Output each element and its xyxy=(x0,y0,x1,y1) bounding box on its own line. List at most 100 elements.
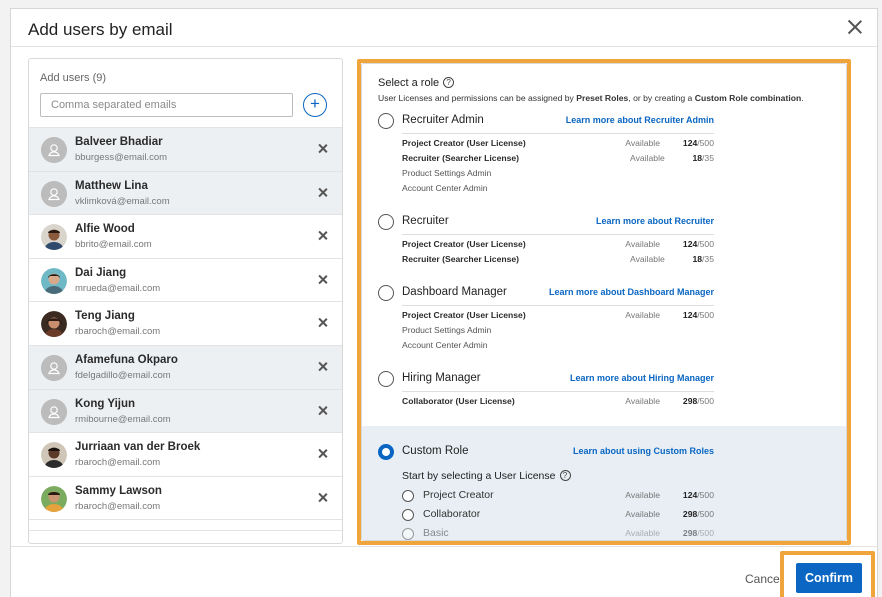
divider xyxy=(402,305,714,306)
learn-more-link[interactable]: Learn about using Custom Roles xyxy=(573,446,714,456)
availability: Available 124/500 xyxy=(625,239,714,249)
available-label: Available xyxy=(625,239,660,249)
remove-user-icon[interactable] xyxy=(316,447,330,461)
user-email: rbaroch@email.com xyxy=(75,326,161,338)
available-label: Available xyxy=(625,138,660,148)
learn-more-link[interactable]: Learn more about Recruiter Admin xyxy=(566,115,714,125)
role-name: Dashboard Manager xyxy=(402,286,507,298)
availability: Available 124/500 xyxy=(625,490,714,500)
permission-name: Project Creator (User License) xyxy=(402,239,526,249)
role-radio-recruiter-admin[interactable] xyxy=(378,113,394,129)
role-name: Custom Role xyxy=(402,445,469,457)
remove-user-icon[interactable] xyxy=(316,142,330,156)
desc-preset-roles: Preset Roles xyxy=(576,93,629,103)
available-count: 124 xyxy=(682,138,698,148)
availability: Available 124/500 xyxy=(625,310,714,320)
list-end-spacer xyxy=(29,519,342,532)
license-option-project-creator[interactable]: Project Creator Available 124/500 xyxy=(402,489,714,505)
license-radio[interactable] xyxy=(402,509,414,521)
permission-name: Project Creator (User License) xyxy=(402,138,526,148)
user-name: Jurriaan van der Broek xyxy=(75,441,201,454)
total-count: /500 xyxy=(697,239,714,249)
cancel-button[interactable]: Cancel xyxy=(745,572,782,586)
remove-user-icon[interactable] xyxy=(316,316,330,330)
desc-text: User Licenses and permissions can be ass… xyxy=(378,93,577,103)
user-list: Balveer Bhadiar bburgess@email.com Matth… xyxy=(29,127,342,532)
page: Add users by email Add users (9) + Balve… xyxy=(0,0,882,597)
confirm-button[interactable]: Confirm xyxy=(796,563,862,593)
remove-user-icon[interactable] xyxy=(316,404,330,418)
available-count: 298 xyxy=(682,509,698,519)
add-email-button[interactable]: + xyxy=(303,93,327,117)
total-count: /500 xyxy=(697,396,714,406)
user-name: Dai Jiang xyxy=(75,266,127,279)
availability: Available 124/500 xyxy=(625,138,714,148)
user-row: Afamefuna Okparo fdelgadillo@email.com xyxy=(29,344,342,389)
permission-row: Recruiter (Searcher License) Available 18… xyxy=(402,254,714,268)
license-option-collaborator[interactable]: Collaborator Available 298/500 xyxy=(402,508,714,524)
user-email: fdelgadillo@email.com xyxy=(75,369,171,381)
role-name: Recruiter xyxy=(402,215,449,227)
avatar-placeholder-icon xyxy=(41,180,67,207)
permission-name: Collaborator (User License) xyxy=(402,396,515,406)
avatar-photo xyxy=(41,311,67,338)
available-count: 298 xyxy=(682,528,698,538)
avatar-photo xyxy=(41,442,67,469)
help-icon[interactable]: ? xyxy=(443,77,455,88)
permission-row: Project Creator (User License) Available… xyxy=(402,239,714,253)
remove-user-icon[interactable] xyxy=(316,186,330,200)
email-input[interactable] xyxy=(40,93,293,117)
permission-name: Recruiter (Searcher License) xyxy=(402,254,520,264)
user-row: Dai Jiang mrueda@email.com xyxy=(29,257,342,302)
permission-name: Project Creator (User License) xyxy=(402,310,526,320)
desc-custom-role: Custom Role combination xyxy=(694,93,802,103)
remove-user-icon[interactable] xyxy=(316,229,330,243)
remove-user-icon[interactable] xyxy=(316,273,330,287)
help-icon[interactable]: ? xyxy=(559,470,571,481)
add-users-panel: Add users (9) + Balveer Bhadiar bburgess… xyxy=(28,58,343,544)
user-email: bbrito@email.com xyxy=(75,239,152,251)
permission-row: Project Creator (User License) Available… xyxy=(402,310,714,324)
user-name: Kong Yijun xyxy=(75,397,136,410)
license-radio[interactable] xyxy=(402,490,414,502)
license-name: Project Creator xyxy=(423,489,494,501)
modal-title: Add users by email xyxy=(28,20,173,39)
role-radio-recruiter[interactable] xyxy=(378,214,394,230)
close-icon[interactable] xyxy=(844,16,866,38)
license-radio[interactable] xyxy=(402,528,414,540)
desc-text: , or by creating a xyxy=(628,93,695,103)
user-email: rbaroch@email.com xyxy=(75,500,161,512)
available-label: Available xyxy=(630,254,665,264)
user-name: Teng Jiang xyxy=(75,310,135,323)
availability: Available 18/35 xyxy=(630,254,714,264)
role-radio-dashboard-manager[interactable] xyxy=(378,285,394,301)
permission-row: Account Center Admin xyxy=(402,340,714,354)
permission-row: Project Creator (User License) Available… xyxy=(402,138,714,152)
avatar-photo xyxy=(41,267,67,294)
user-email: bburgess@email.com xyxy=(75,152,168,163)
desc-text: . xyxy=(801,93,804,103)
permission-row: Product Settings Admin xyxy=(402,325,714,339)
available-label: Available xyxy=(630,153,665,163)
learn-more-link[interactable]: Learn more about Hiring Manager xyxy=(570,373,714,383)
learn-more-link[interactable]: Learn more about Dashboard Manager xyxy=(549,287,714,297)
learn-more-link[interactable]: Learn more about Recruiter xyxy=(596,216,714,226)
user-name: Sammy Lawson xyxy=(75,484,162,497)
license-option-basic[interactable]: Basic Available 298/500 xyxy=(402,527,714,540)
role-radio-custom-role[interactable] xyxy=(378,444,394,460)
total-count: /500 xyxy=(697,310,714,320)
remove-user-icon[interactable] xyxy=(316,360,330,374)
permission-name: Product Settings Admin xyxy=(402,325,492,335)
license-name: Basic xyxy=(423,527,449,539)
avatar-placeholder-icon xyxy=(41,398,67,425)
total-count: /500 xyxy=(697,490,714,500)
divider xyxy=(402,133,714,134)
permission-row: Recruiter (Searcher License) Available 18… xyxy=(402,153,714,167)
remove-user-icon[interactable] xyxy=(316,491,330,505)
permission-name: Account Center Admin xyxy=(402,340,488,350)
role-radio-hiring-manager[interactable] xyxy=(378,371,394,387)
user-row: Sammy Lawson rbaroch@email.com xyxy=(29,475,342,520)
user-email: mrueda@email.com xyxy=(75,282,161,294)
avatar-placeholder-icon xyxy=(41,137,67,163)
avatar-photo xyxy=(41,485,67,512)
